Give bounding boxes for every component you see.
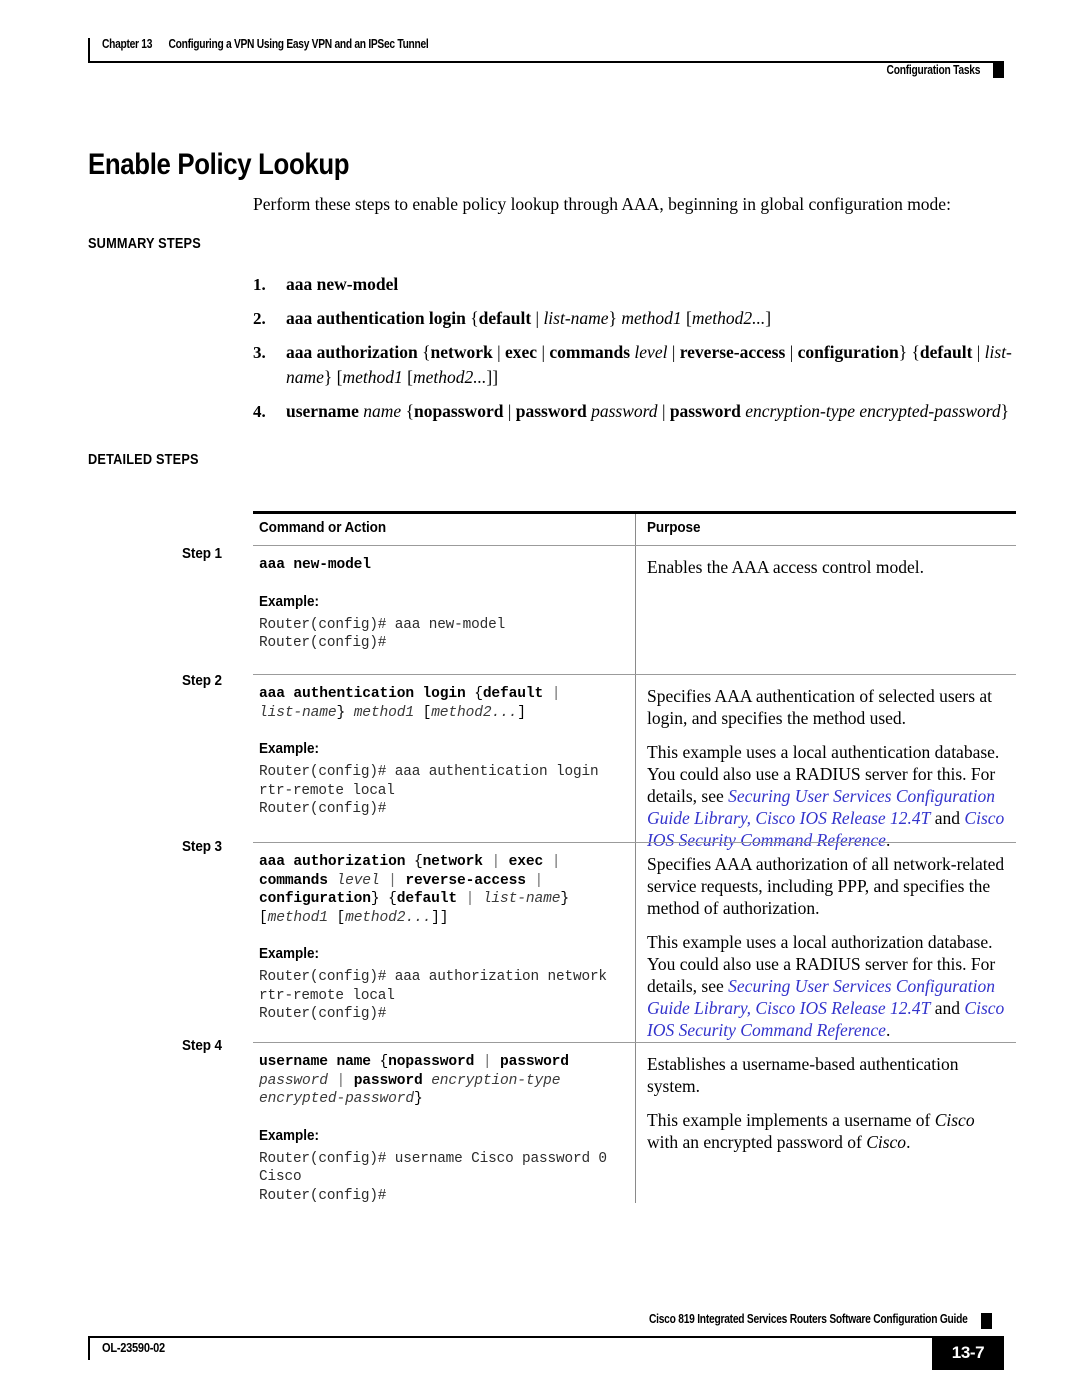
row-4-command-cell: username name {nopassword | password pass… (259, 1053, 625, 1205)
summary-step-2-number: 2. (253, 309, 266, 328)
running-head-rule (88, 61, 1004, 63)
running-head-tick (88, 38, 90, 62)
running-head-chapter-title: Configuring a VPN Using Easy VPN and an … (168, 37, 429, 51)
row-2-syntax: aaa authentication login {default | list-… (259, 686, 561, 721)
row-2-command-cell: aaa authentication login {default | list-… (259, 685, 625, 819)
intro-paragraph: Perform these steps to enable policy loo… (253, 194, 951, 214)
row-4-syntax: username name {nopassword | password pass… (259, 1054, 569, 1107)
row-3-purpose-text-2: This example uses a local authorization … (647, 931, 1009, 1041)
row-2-example-label: Example: (259, 740, 320, 757)
summary-step-4: 4. username name {nopassword | password … (253, 399, 1018, 424)
step-label-4: Step 4 (182, 1037, 222, 1054)
summary-steps-list: 1. aaa new-model 2. aaa authentication l… (253, 272, 1018, 433)
row-4-purpose-text-1: Establishes a username-based authenticat… (647, 1054, 959, 1096)
summary-step-2-text: aaa authentication login {default | list… (286, 308, 772, 328)
row-1-purpose-cell: Enables the AAA access control model. (647, 556, 1009, 578)
document-page: Chapter 13 Configuring a VPN Using Easy V… (0, 0, 1080, 1397)
row-4-example-label: Example: (259, 1126, 320, 1144)
row-4-cli-output: Router(config)# username Cisco password … (259, 1150, 607, 1204)
row-3-purpose-conjunction: and (930, 998, 965, 1018)
table-row: aaa authentication login {default | list-… (253, 674, 1016, 850)
summary-step-4-text: username name {nopassword | password pas… (286, 401, 1010, 421)
table-row: aaa authorization {network | exec | comma… (253, 842, 1016, 1042)
row-2-purpose-conjunction: and (930, 808, 965, 828)
running-head-section: Configuration Tasks (886, 63, 980, 77)
footer-marker-square (981, 1313, 992, 1329)
summary-step-4-number: 4. (253, 402, 266, 421)
row-4-purpose-text-2: This example implements a username of Ci… (647, 1110, 975, 1152)
detailed-steps-table: Command or Action Purpose aaa new-model … (253, 511, 1016, 1235)
table-row: username name {nopassword | password pass… (253, 1042, 1016, 1235)
summary-step-3-number: 3. (253, 343, 266, 362)
step-label-1: Step 1 (182, 545, 222, 562)
step-label-3: Step 3 (182, 838, 222, 855)
row-2-purpose-text-1: Specifies AAA authentication of selected… (647, 686, 993, 728)
summary-step-3-text: aaa authorization {network | exec | comm… (286, 342, 1012, 387)
footer-guide-title: Cisco 819 Integrated Services Routers So… (649, 1312, 968, 1326)
row-3-syntax: aaa authorization {network | exec | comma… (259, 854, 569, 926)
summary-step-1: 1. aaa new-model (253, 272, 1018, 297)
page-title: Enable Policy Lookup (88, 148, 350, 182)
row-4-purpose-cell: Establishes a username-based authenticat… (647, 1053, 1009, 1153)
summary-step-1-number: 1. (253, 275, 266, 294)
row-2-cli-output: Router(config)# aaa authentication login… (259, 764, 599, 817)
detailed-steps-heading: DETAILED STEPS (88, 452, 199, 468)
table-row: aaa new-model Example: Router(config)# a… (253, 545, 1016, 674)
row-3-purpose-text-1: Specifies AAA authorization of all netwo… (647, 854, 1005, 918)
row-1-command-cell: aaa new-model Example: Router(config)# a… (259, 556, 625, 653)
summary-step-2: 2. aaa authentication login {default | l… (253, 306, 1018, 331)
running-head-chapter: Chapter 13 (102, 37, 153, 51)
column-header-purpose: Purpose (647, 519, 701, 536)
summary-step-1-text: aaa new-model (286, 274, 399, 294)
footer-document-id: OL-23590-02 (102, 1340, 165, 1355)
row-1-cli-output: Router(config)# aaa new-model Router(con… (259, 616, 506, 652)
row-1-syntax: aaa new-model (259, 557, 371, 573)
row-3-example-label: Example: (259, 945, 320, 962)
row-2-purpose-cell: Specifies AAA authentication of selected… (647, 685, 1009, 851)
table-header-row: Command or Action Purpose (253, 511, 1016, 545)
summary-step-3: 3. aaa authorization {network | exec | c… (253, 340, 1018, 390)
row-1-purpose-text: Enables the AAA access control model. (647, 557, 925, 577)
summary-steps-heading: SUMMARY STEPS (88, 236, 201, 252)
running-head: Chapter 13 Configuring a VPN Using Easy V… (88, 33, 1004, 79)
row-3-command-cell: aaa authorization {network | exec | comma… (259, 853, 625, 1024)
footer-page-number: 13-7 (951, 1343, 985, 1362)
row-1-example-label: Example: (259, 592, 320, 610)
page-footer: Cisco 819 Integrated Services Routers So… (88, 1310, 1004, 1376)
row-2-purpose-text-2: This example uses a local authentication… (647, 741, 1009, 851)
row-3-cli-output: Router(config)# aaa authorization networ… (259, 969, 607, 1022)
row-3-purpose-suffix: . (885, 1020, 891, 1040)
row-3-purpose-cell: Specifies AAA authorization of all netwo… (647, 853, 1009, 1041)
column-header-command: Command or Action (259, 519, 386, 536)
running-head-left: Chapter 13 Configuring a VPN Using Easy V… (102, 37, 429, 51)
footer-tick (88, 1336, 90, 1360)
footer-rule (88, 1336, 1004, 1338)
step-label-2: Step 2 (182, 672, 222, 689)
running-head-marker-square (993, 63, 1004, 78)
